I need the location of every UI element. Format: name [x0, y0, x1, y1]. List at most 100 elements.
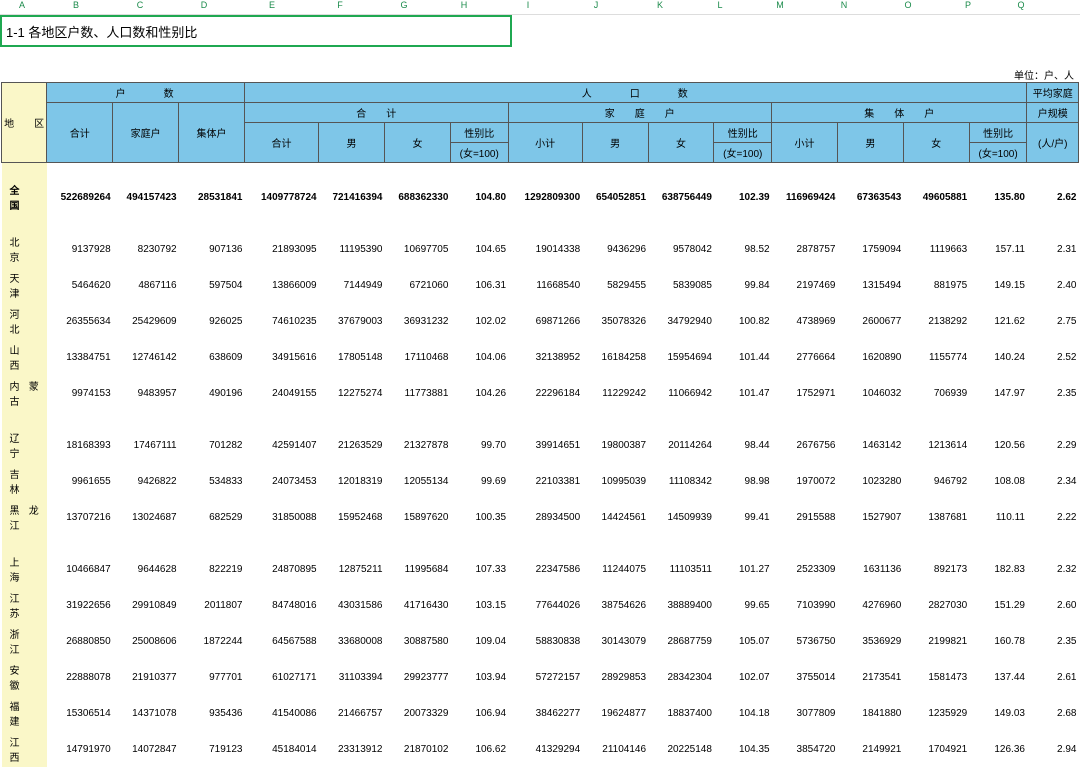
data-cell: 1620890 — [837, 339, 903, 375]
data-cell: 1292809300 — [508, 179, 582, 215]
hdr-heji2: 合 计 — [244, 103, 508, 123]
data-cell: 20073329 — [385, 695, 451, 731]
table-row: 全 国5226892644941574232853184114097787247… — [2, 179, 1079, 215]
data-cell: 1759094 — [837, 231, 903, 267]
data-cell: 1841880 — [837, 695, 903, 731]
data-cell: 29910849 — [113, 587, 179, 623]
formula-bar[interactable]: 1-1 各地区户数、人口数和性别比 — [0, 15, 512, 47]
region-cell: 黑 龙 江 — [2, 499, 47, 535]
data-cell: 13866009 — [244, 267, 318, 303]
data-cell: 926025 — [179, 303, 245, 339]
data-cell: 26880850 — [47, 623, 113, 659]
data-cell: 160.78 — [969, 623, 1027, 659]
table-row: 安 徽2288807821910377977701610271713110339… — [2, 659, 1079, 695]
data-cell: 13707216 — [47, 499, 113, 535]
data-cell: 104.26 — [450, 375, 508, 411]
data-cell: 19800387 — [582, 427, 648, 463]
data-cell: 21104146 — [582, 731, 648, 767]
data-cell: 120.56 — [969, 427, 1027, 463]
data-cell: 719123 — [179, 731, 245, 767]
data-cell: 74610235 — [244, 303, 318, 339]
data-cell: 22296184 — [508, 375, 582, 411]
data-cell: 2.29 — [1027, 427, 1079, 463]
data-cell: 534833 — [179, 463, 245, 499]
col-letter: B — [44, 0, 108, 14]
data-cell: 38462277 — [508, 695, 582, 731]
region-cell: 吉 林 — [2, 463, 47, 499]
data-cell: 103.94 — [450, 659, 508, 695]
data-cell: 102.07 — [714, 659, 772, 695]
data-cell: 907136 — [179, 231, 245, 267]
region-cell: 天 津 — [2, 267, 47, 303]
data-cell: 41716430 — [385, 587, 451, 623]
hdr-jiti2: 集 体 户 — [772, 103, 1027, 123]
data-cell: 36931232 — [385, 303, 451, 339]
data-cell: 22347586 — [508, 551, 582, 587]
data-cell: 140.24 — [969, 339, 1027, 375]
data-cell: 1581473 — [903, 659, 969, 695]
data-cell: 126.36 — [969, 731, 1027, 767]
data-cell: 4738969 — [772, 303, 838, 339]
data-cell: 99.41 — [714, 499, 772, 535]
data-cell: 14424561 — [582, 499, 648, 535]
table-row: 吉 林9961655942682253483324073453120183191… — [2, 463, 1079, 499]
hdr-h-nv: 女 — [385, 123, 451, 163]
hdr-j-ratio: 性别比 — [714, 123, 772, 143]
data-cell: 721416394 — [319, 179, 385, 215]
data-cell: 15306514 — [47, 695, 113, 731]
data-cell: 34915616 — [244, 339, 318, 375]
hdr-j-nv: 女 — [648, 123, 714, 163]
data-cell: 23313912 — [319, 731, 385, 767]
data-cell: 12055134 — [385, 463, 451, 499]
data-cell: 12746142 — [113, 339, 179, 375]
data-cell: 7144949 — [319, 267, 385, 303]
data-cell: 977701 — [179, 659, 245, 695]
hdr-c-nv: 女 — [903, 123, 969, 163]
data-cell: 18837400 — [648, 695, 714, 731]
data-cell: 2.62 — [1027, 179, 1079, 215]
data-cell: 30143079 — [582, 623, 648, 659]
col-letter: L — [692, 0, 748, 14]
data-cell: 13384751 — [47, 339, 113, 375]
data-cell: 33680008 — [319, 623, 385, 659]
data-cell: 101.47 — [714, 375, 772, 411]
data-cell: 21327878 — [385, 427, 451, 463]
table-row: 北 京9137928823079290713621893095111953901… — [2, 231, 1079, 267]
data-cell: 137.44 — [969, 659, 1027, 695]
data-cell: 2011807 — [179, 587, 245, 623]
data-cell: 28531841 — [179, 179, 245, 215]
data-cell: 2138292 — [903, 303, 969, 339]
data-cell: 31922656 — [47, 587, 113, 623]
region-cell: 江 西 — [2, 731, 47, 767]
data-cell: 103.15 — [450, 587, 508, 623]
hdr-c-nan: 男 — [837, 123, 903, 163]
data-cell: 61027171 — [244, 659, 318, 695]
hdr-hushu: 户 数 — [47, 83, 245, 103]
data-cell: 16184258 — [582, 339, 648, 375]
data-cell: 597504 — [179, 267, 245, 303]
data-cell: 25429609 — [113, 303, 179, 339]
data-cell: 6721060 — [385, 267, 451, 303]
data-cell: 12875211 — [319, 551, 385, 587]
data-cell: 104.80 — [450, 179, 508, 215]
data-cell: 157.11 — [969, 231, 1027, 267]
data-cell: 688362330 — [385, 179, 451, 215]
data-cell: 151.29 — [969, 587, 1027, 623]
data-cell: 102.02 — [450, 303, 508, 339]
data-cell: 11995684 — [385, 551, 451, 587]
data-cell: 28929853 — [582, 659, 648, 695]
data-cell: 2.60 — [1027, 587, 1079, 623]
data-cell: 9644628 — [113, 551, 179, 587]
data-cell: 11244075 — [582, 551, 648, 587]
col-letter: F — [308, 0, 372, 14]
data-cell: 2523309 — [772, 551, 838, 587]
table-row: 黑 龙 江13707216130246876825293185008815952… — [2, 499, 1079, 535]
data-cell: 149.15 — [969, 267, 1027, 303]
hdr-h-heji: 合计 — [244, 123, 318, 163]
data-cell: 654052851 — [582, 179, 648, 215]
data-cell: 9426822 — [113, 463, 179, 499]
hdr-heji: 合计 — [47, 103, 113, 163]
data-cell: 2915588 — [772, 499, 838, 535]
data-cell: 522689264 — [47, 179, 113, 215]
data-cell: 1235929 — [903, 695, 969, 731]
